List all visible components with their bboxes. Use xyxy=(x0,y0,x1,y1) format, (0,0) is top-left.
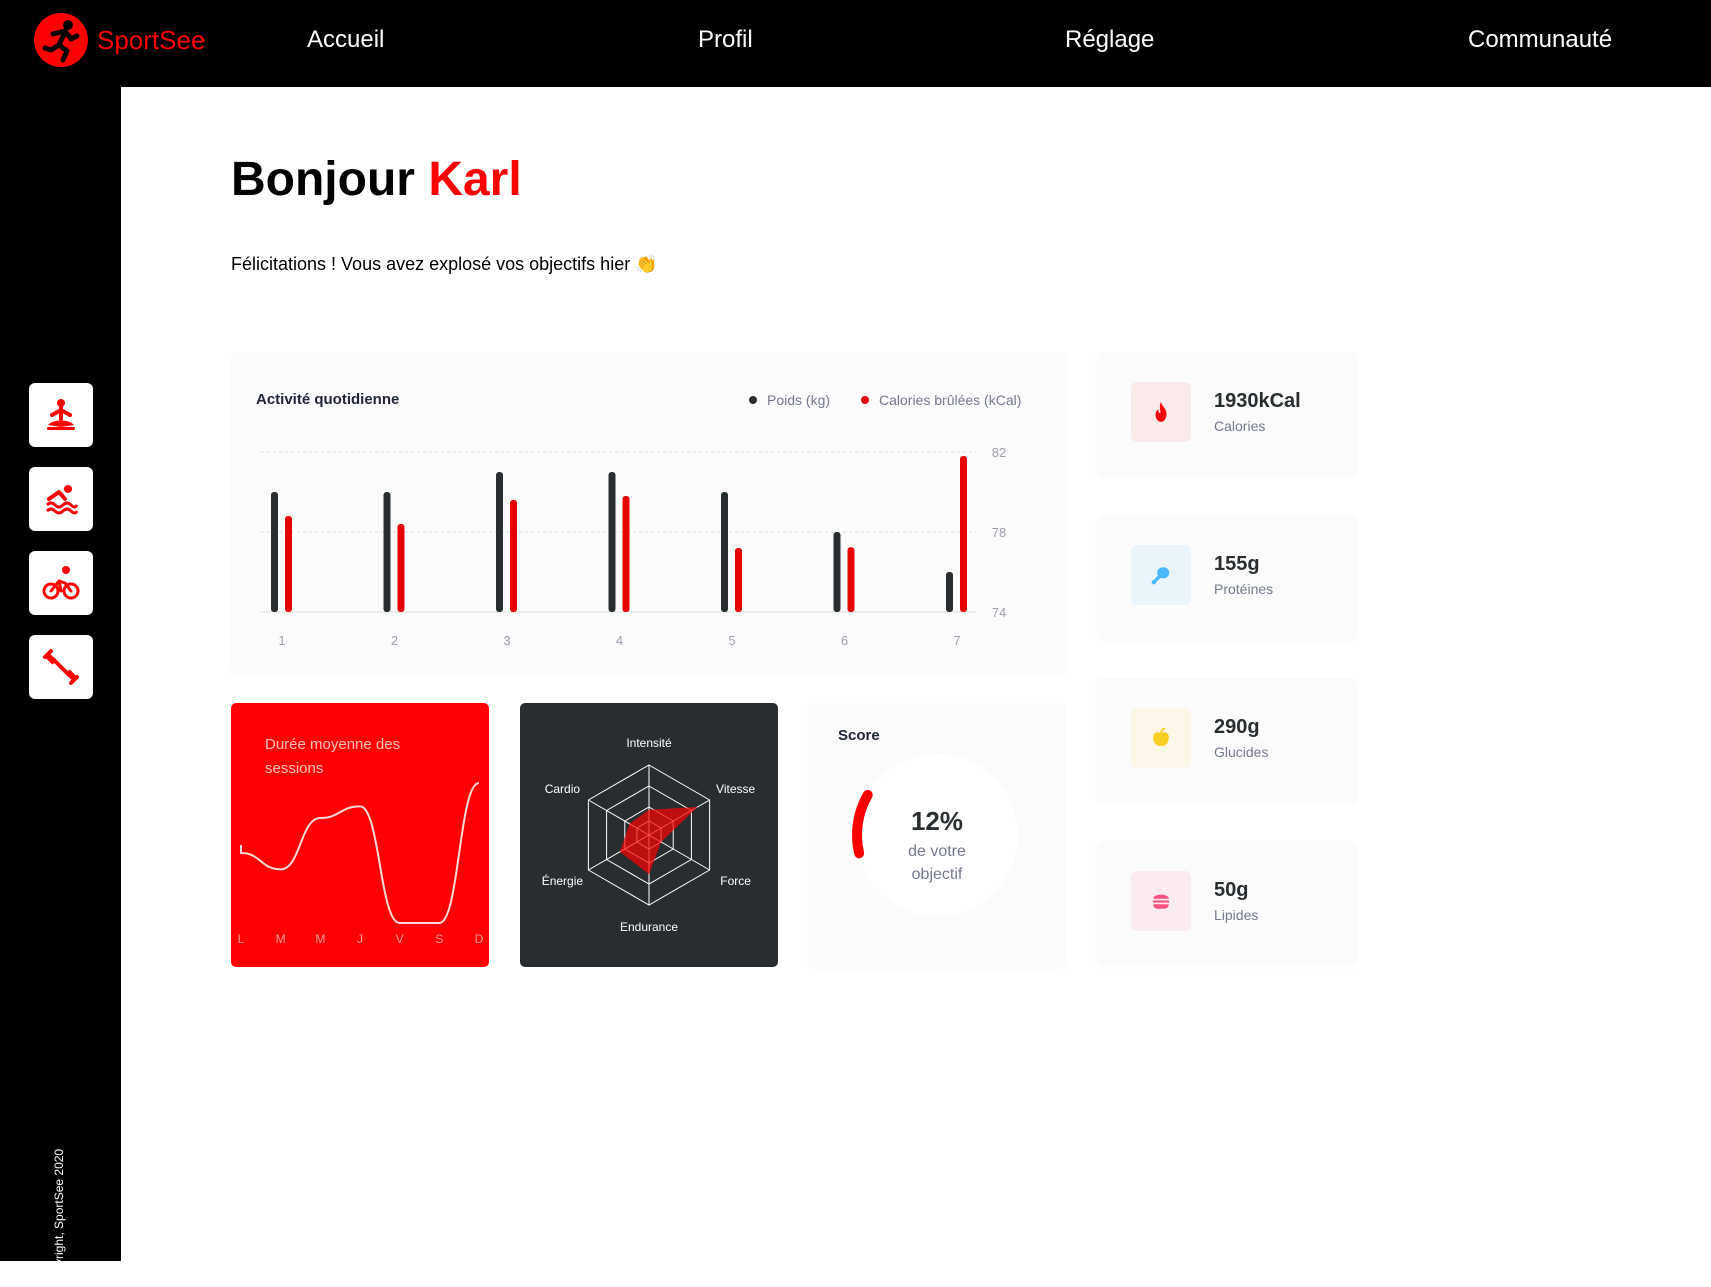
average-sessions-day-label: V xyxy=(396,932,404,946)
proteins-icon-box xyxy=(1131,545,1191,605)
calorie-bar xyxy=(847,547,855,612)
average-sessions-card: Durée moyenne des sessions LMMJVSD xyxy=(231,703,489,967)
score-caption: de votre objectif xyxy=(808,840,1066,886)
average-sessions-line xyxy=(240,782,480,924)
nutrition-card-calories: 1930kCal Calories xyxy=(1097,352,1357,476)
calorie-bar xyxy=(960,456,967,612)
runner-logo-icon xyxy=(34,13,88,67)
apple-icon xyxy=(1153,727,1169,746)
greeting-hello: Bonjour xyxy=(231,153,415,206)
score-card: Score 12% de votre objectif xyxy=(808,703,1066,967)
calories-label: Calories xyxy=(1214,418,1266,434)
proteins-value: 155g xyxy=(1214,553,1260,575)
activity-chart-card: Activité quotidienne Poids (kg) Calories… xyxy=(231,352,1067,672)
yoga-icon xyxy=(47,399,75,430)
page-title: Bonjour Karl xyxy=(231,152,522,207)
weight-bar xyxy=(496,472,503,612)
weight-bar xyxy=(946,572,953,612)
calories-value: 1930kCal xyxy=(1214,390,1301,412)
calorie-bar xyxy=(735,548,742,612)
activity-y-tick: 82 xyxy=(992,445,1006,460)
activity-x-tick: 6 xyxy=(841,633,848,648)
burger-icon xyxy=(1152,894,1170,909)
radar-axis-label: Énergie xyxy=(542,873,584,888)
user-name: Karl xyxy=(428,153,522,206)
activity-x-tick: 5 xyxy=(728,633,735,648)
congratulation-message: Félicitations ! Vous avez explosé vos ob… xyxy=(231,254,658,274)
lipids-label: Lipides xyxy=(1214,907,1259,923)
carbs-label: Glucides xyxy=(1214,744,1269,760)
average-sessions-line-chart: LMMJVSD xyxy=(238,782,484,946)
logo[interactable]: SportSee xyxy=(33,12,205,68)
sidebar: Copyright, SportSee 2020 xyxy=(0,87,121,1287)
average-sessions-day-label: S xyxy=(435,932,443,946)
average-sessions-day-label: D xyxy=(475,932,484,946)
activity-x-tick: 2 xyxy=(391,633,398,648)
weight-bar xyxy=(608,472,616,612)
calorie-bar xyxy=(285,516,292,612)
cycling-icon xyxy=(42,566,80,600)
radar-axis-label: Force xyxy=(720,874,751,888)
radar-axis-label: Vitesse xyxy=(716,782,755,796)
proteins-label: Protéines xyxy=(1214,581,1274,597)
weight-bar xyxy=(833,532,841,612)
radar-axis-label: Intensité xyxy=(626,736,672,750)
weight-bar xyxy=(271,492,278,612)
average-sessions-day-label: L xyxy=(238,932,245,946)
weight-bar xyxy=(721,492,728,612)
activity-x-tick: 1 xyxy=(278,633,285,648)
average-sessions-day-label: M xyxy=(315,932,325,946)
dumbbell-icon xyxy=(43,649,79,685)
radar-axis-label: Endurance xyxy=(620,920,678,934)
carbs-value: 290g xyxy=(1214,716,1260,738)
score-percent: 12% xyxy=(910,806,964,836)
performance-radar-card: Intensité Vitesse Force Endurance Énergie Car… xyxy=(520,703,778,967)
flame-icon xyxy=(1155,402,1167,422)
activity-x-tick: 7 xyxy=(953,633,960,648)
average-sessions-day-label: M xyxy=(276,932,286,946)
nav-reglage[interactable]: Réglage xyxy=(1065,26,1154,54)
nav-communaute[interactable]: Communauté xyxy=(1468,26,1612,54)
sidebar-swimming-button[interactable] xyxy=(29,467,93,531)
activity-y-tick: 74 xyxy=(992,605,1006,620)
lipids-icon-box xyxy=(1131,871,1191,931)
carbs-icon-box xyxy=(1131,708,1191,768)
swimming-icon xyxy=(45,485,79,515)
nav-profil[interactable]: Profil xyxy=(698,26,753,54)
calorie-bar xyxy=(622,496,630,612)
lipids-value: 50g xyxy=(1214,879,1249,901)
activity-x-tick: 3 xyxy=(503,633,510,648)
activity-y-tick: 78 xyxy=(992,525,1006,540)
sidebar-cycling-button[interactable] xyxy=(29,551,93,615)
nutrition-card-carbs: 290g Glucides xyxy=(1097,678,1357,802)
activity-bar-chart: 74 78 82 1 2 3 4 5 6 7 xyxy=(261,445,1006,648)
top-navigation: SportSee Accueil Profil Réglage Communau… xyxy=(0,0,1711,87)
activity-x-tick: 4 xyxy=(616,633,623,648)
score-caption-line2: objectif xyxy=(911,866,963,883)
radar-axis-label: Cardio xyxy=(545,782,581,796)
average-sessions-day-label: J xyxy=(357,932,363,946)
performance-radar-chart: Intensité Vitesse Force Endurance Énergie Car… xyxy=(542,736,756,934)
nav-accueil[interactable]: Accueil xyxy=(307,26,384,54)
copyright-text: Copyright, SportSee 2020 xyxy=(52,1148,66,1287)
nutrition-card-lipids: 50g Lipides xyxy=(1097,841,1357,965)
weight-bar xyxy=(383,492,391,612)
score-caption-line1: de votre xyxy=(908,843,966,860)
sidebar-dumbbell-button[interactable] xyxy=(29,635,93,699)
chicken-icon xyxy=(1151,567,1170,585)
sidebar-yoga-button[interactable] xyxy=(29,383,93,447)
calories-icon-box xyxy=(1131,382,1191,442)
calorie-bar xyxy=(510,500,517,612)
calorie-bar xyxy=(397,524,405,612)
logo-text: SportSee xyxy=(97,24,206,55)
nutrition-card-proteins: 155g Protéines xyxy=(1097,515,1357,639)
